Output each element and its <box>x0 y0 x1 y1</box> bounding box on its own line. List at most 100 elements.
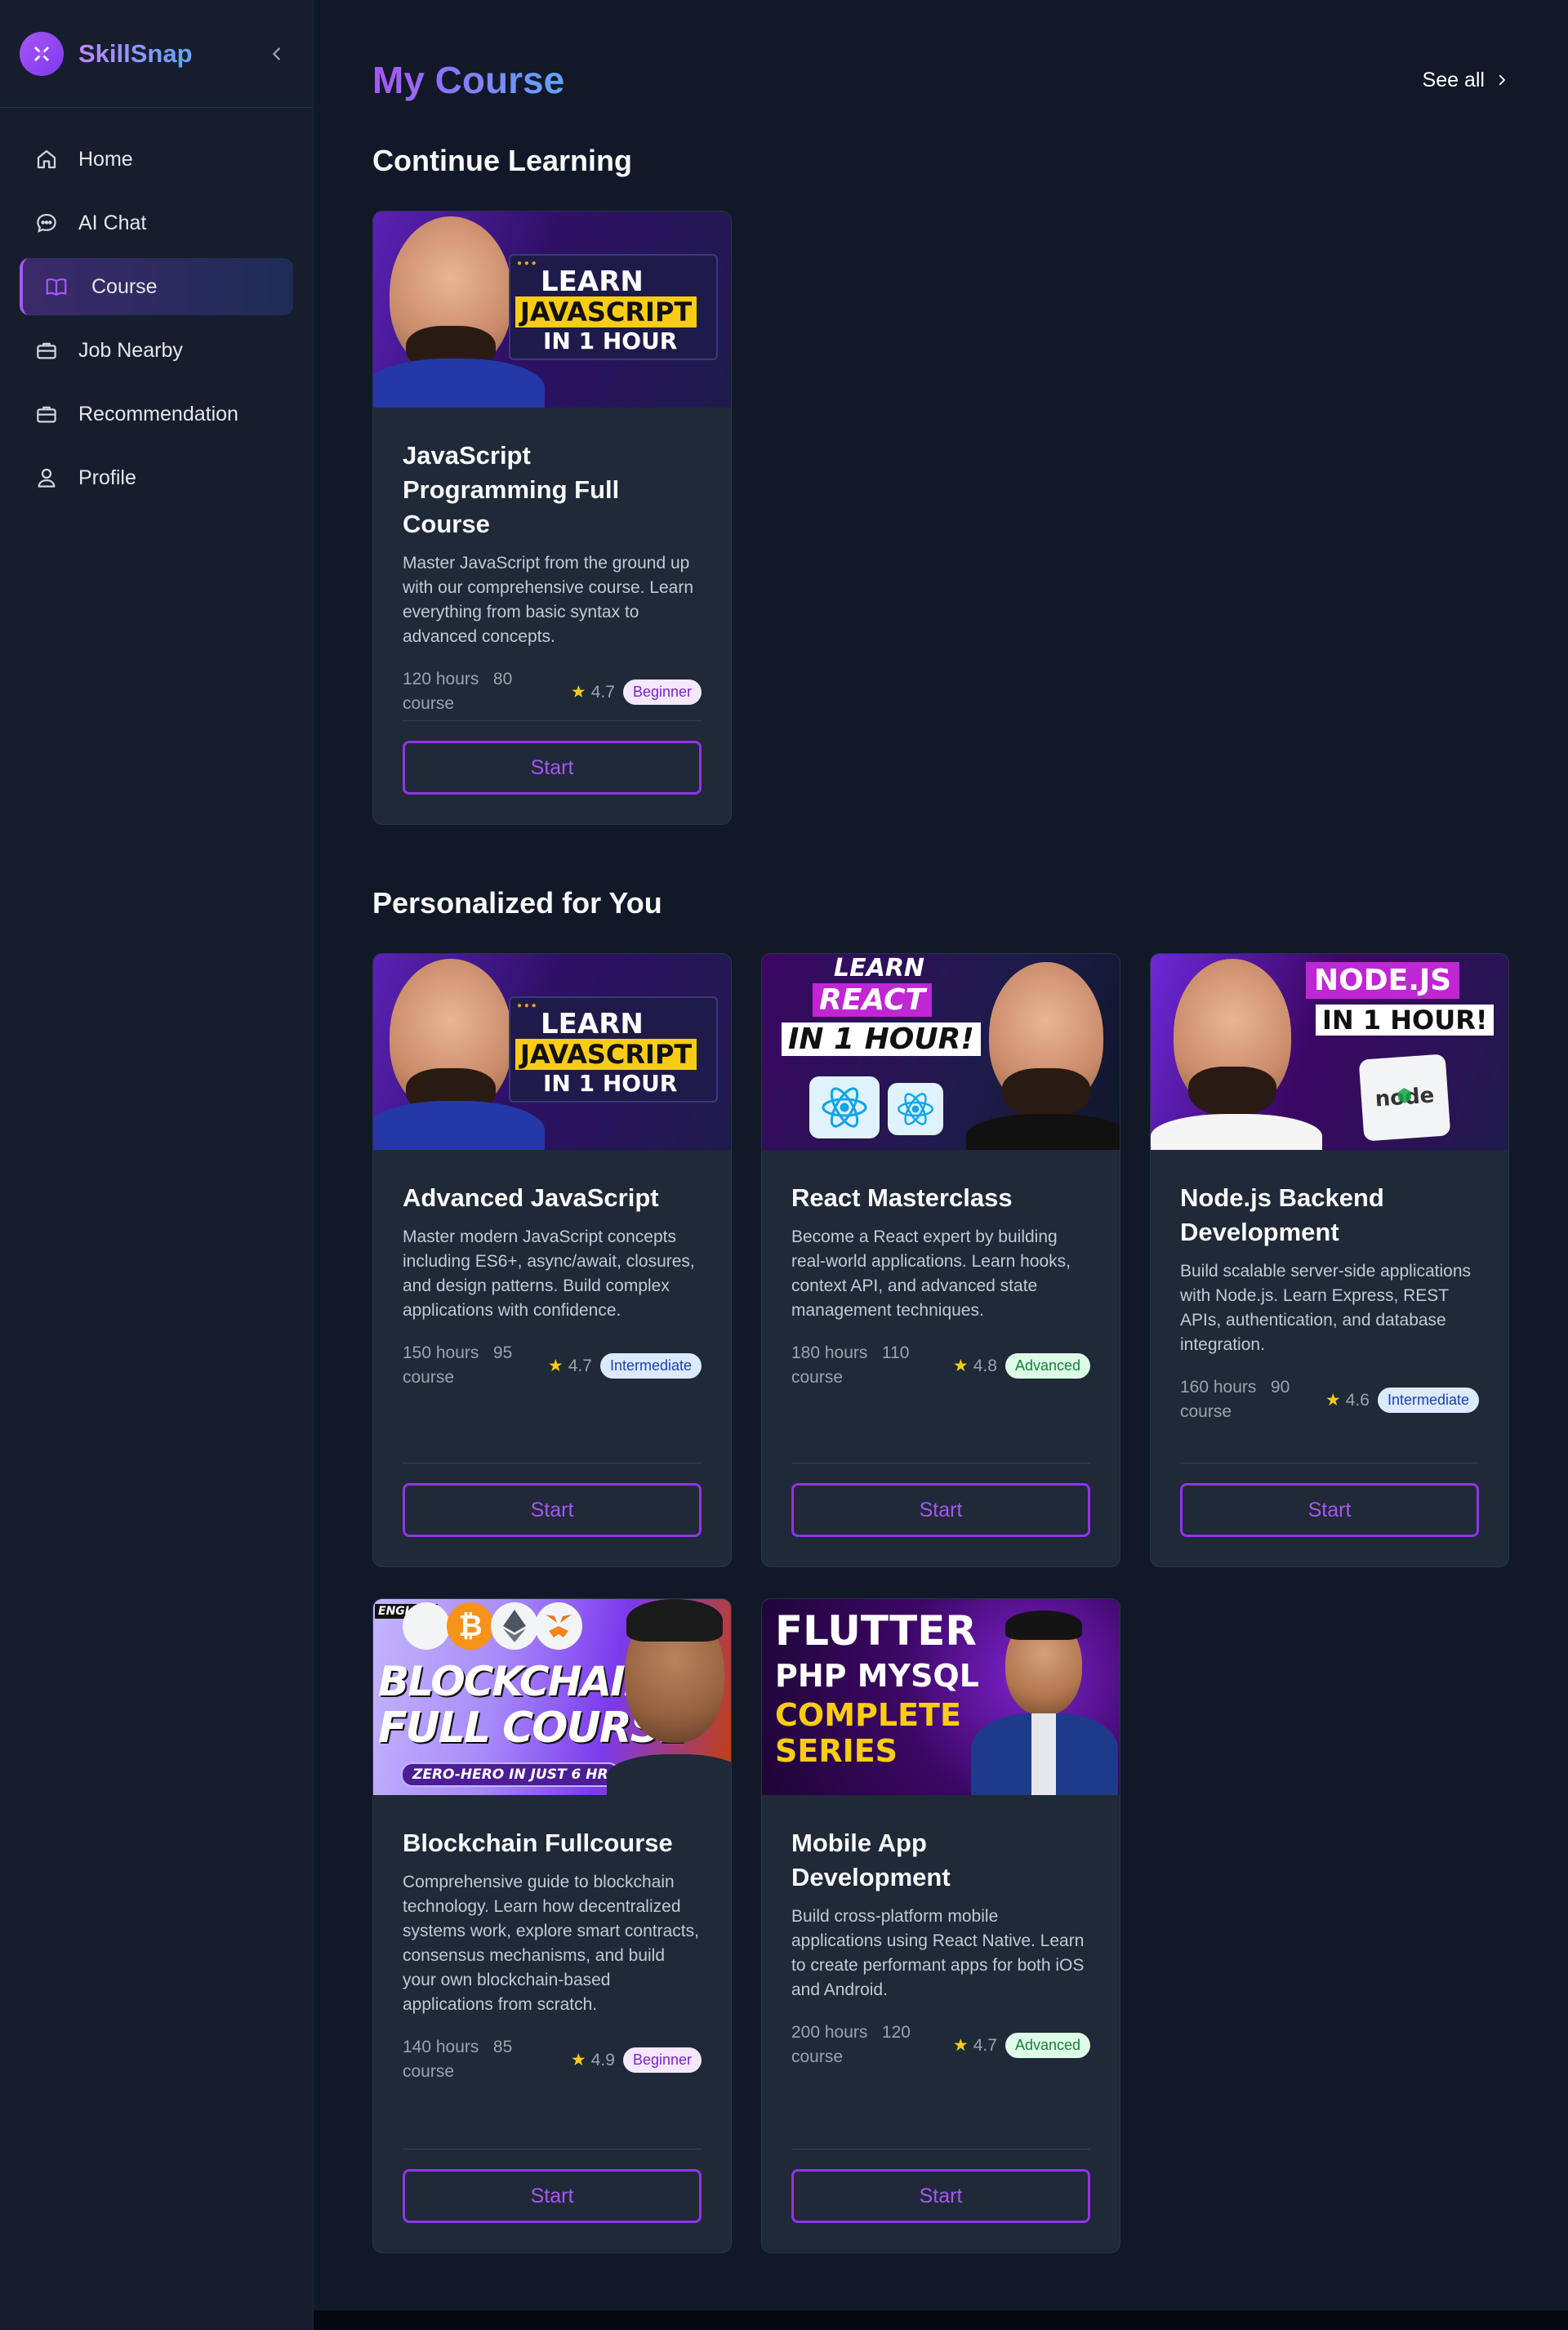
sweater-shape <box>373 359 545 408</box>
hair-shape <box>1005 1611 1082 1640</box>
card-body: Blockchain Fullcourse Comprehensive guid… <box>373 1795 731 2084</box>
course-title[interactable]: Blockchain Fullcourse <box>403 1826 702 1860</box>
thumb-line-2: JAVASCRIPT <box>515 1039 697 1070</box>
course-thumbnail-javascript: ● ● ● LEARN JAVASCRIPT IN 1 HOUR <box>373 954 731 1150</box>
sidebar-item-label: AI Chat <box>78 211 147 234</box>
rating: ★ 4.8 <box>953 1356 997 1376</box>
react-logo-icon <box>809 1076 880 1138</box>
sidebar: SkillSnap Home AI Chat Course Job Nearby… <box>0 0 314 2330</box>
ethereum-icon <box>491 1602 538 1650</box>
course-card[interactable]: LEARN REACT IN 1 HOUR! React Masterclass… <box>761 953 1120 1567</box>
rating-value: 4.8 <box>973 1356 997 1375</box>
section-title-personalized: Personalized for You <box>372 886 662 920</box>
course-title[interactable]: Advanced JavaScript <box>403 1181 702 1215</box>
rating-value: 4.7 <box>973 2035 997 2055</box>
thumb-line-1: LEARN <box>541 1008 644 1040</box>
sidebar-item-profile[interactable]: Profile <box>20 449 293 506</box>
sidebar-item-course[interactable]: Course <box>20 258 293 315</box>
sidebar-item-job-nearby[interactable]: Job Nearby <box>20 322 293 379</box>
see-all-link[interactable]: See all <box>1423 69 1509 92</box>
start-button[interactable]: Start <box>1180 1483 1479 1537</box>
rating-value: 4.6 <box>1345 1390 1370 1410</box>
collapse-sidebar-button[interactable] <box>261 38 293 70</box>
course-title[interactable]: React Masterclass <box>791 1181 1090 1215</box>
course-title[interactable]: JavaScript Programming Full Course <box>403 439 702 541</box>
course-thumbnail-nodejs: NODE.JS IN 1 HOUR! node <box>1151 954 1508 1150</box>
start-button[interactable]: Start <box>791 2169 1090 2223</box>
course-stats: 140 hours 85 course <box>403 2035 541 2084</box>
course-meta: 150 hours 95 course ★ 4.7 Intermediate <box>403 1341 702 1390</box>
thumb-line-3: IN 1 HOUR <box>543 1070 678 1097</box>
sidebar-item-label: Course <box>91 274 158 298</box>
course-title[interactable]: Node.js Backend Development <box>1180 1181 1479 1250</box>
course-meta: 180 hours 110 course ★ 4.8 Advanced <box>791 1341 1090 1390</box>
course-title[interactable]: Mobile App Development <box>791 1826 1090 1895</box>
chevron-left-icon <box>273 47 280 60</box>
chevron-right-icon <box>1499 74 1505 86</box>
course-stats: 150 hours 95 course <box>403 1341 541 1390</box>
rating: ★ 4.6 <box>1325 1390 1370 1410</box>
card-body: React Masterclass Become a React expert … <box>762 1150 1120 1390</box>
course-rating-level: ★ 4.8 Advanced <box>953 1352 1090 1379</box>
rating-value: 4.7 <box>568 1356 592 1375</box>
course-stats: 120 hours 80 course <box>403 667 541 716</box>
card-footer: Start <box>403 720 702 795</box>
level-badge: Intermediate <box>599 1352 702 1379</box>
hair-shape <box>626 1599 723 1642</box>
thumb-line-4: SERIES <box>775 1733 898 1769</box>
shirt-shape <box>966 1114 1120 1150</box>
bitcoin-icon: ₿ <box>447 1602 494 1650</box>
course-meta: 140 hours 85 course ★ 4.9 Beginner <box>403 2035 702 2084</box>
rating: ★ 4.7 <box>953 2035 997 2056</box>
brand-header: SkillSnap <box>0 0 313 108</box>
course-count: 90 <box>1270 1378 1290 1397</box>
course-rating-level: ★ 4.7 Advanced <box>953 2032 1090 2058</box>
react-logo-icon <box>888 1083 943 1135</box>
chat-icon <box>37 213 56 233</box>
sidebar-item-home[interactable]: Home <box>20 131 293 188</box>
course-card[interactable]: NODE.JS IN 1 HOUR! node Node.js Backend … <box>1150 953 1509 1567</box>
course-stats: 180 hours 110 course <box>791 1341 930 1390</box>
sidebar-item-label: Recommendation <box>78 402 238 425</box>
course-stats: 160 hours 90 course <box>1180 1375 1319 1424</box>
thumb-line-3: COMPLETE <box>775 1697 961 1733</box>
course-card[interactable]: ENGLISH ₿ BLOCKCHAIN FULL COURSE ZERO-HE… <box>372 1598 732 2253</box>
briefcase-icon <box>37 342 56 359</box>
level-badge: Beginner <box>622 679 702 705</box>
course-count-label: course <box>403 694 455 713</box>
start-button[interactable]: Start <box>791 1483 1090 1537</box>
book-icon <box>46 278 67 296</box>
thumb-line-3: IN 1 HOUR <box>543 327 678 354</box>
thumb-line-2: REACT <box>813 983 933 1017</box>
thumb-line-1: LEARN <box>834 954 925 982</box>
star-icon: ★ <box>952 2035 969 2055</box>
level-badge: Intermediate <box>1377 1387 1479 1413</box>
brand-logo-icon[interactable] <box>20 31 64 76</box>
course-card[interactable]: ● ● ● LEARN JAVASCRIPT IN 1 HOUR JavaScr… <box>372 211 732 825</box>
briefcase-icon <box>37 406 56 423</box>
course-card[interactable]: ● ● ● LEARN JAVASCRIPT IN 1 HOUR Advance… <box>372 953 732 1567</box>
card-footer: Start <box>403 2149 702 2223</box>
start-button[interactable]: Start <box>403 741 702 795</box>
shirt-shape <box>607 1754 731 1795</box>
star-icon: ★ <box>547 1356 564 1375</box>
sidebar-item-label: Profile <box>78 466 136 489</box>
card-body: Node.js Backend Development Build scalab… <box>1151 1150 1508 1424</box>
start-button[interactable]: Start <box>403 1483 702 1537</box>
beard-shape <box>1002 1068 1090 1119</box>
horizontal-scrollbar[interactable] <box>314 2310 1568 2330</box>
course-description: Master modern JavaScript concepts includ… <box>403 1227 695 1320</box>
course-thumbnail-react: LEARN REACT IN 1 HOUR! <box>762 954 1120 1150</box>
see-all-label: See all <box>1422 68 1485 91</box>
brand-name[interactable]: SkillSnap <box>78 39 193 69</box>
sweater-shape <box>373 1101 545 1150</box>
course-meta: 120 hours 80 course ★ 4.7 Beginner <box>403 667 702 716</box>
thumb-line-2: IN 1 HOUR! <box>1316 1005 1494 1036</box>
start-button[interactable]: Start <box>403 2169 702 2223</box>
node-logo-icon: node <box>1358 1054 1451 1142</box>
course-card[interactable]: FLUTTER PHP MYSQL COMPLETE SERIES Mobile… <box>761 1598 1120 2253</box>
sidebar-item-ai-chat[interactable]: AI Chat <box>20 194 293 252</box>
sidebar-item-recommendation[interactable]: Recommendation <box>20 385 293 443</box>
user-icon <box>38 468 56 488</box>
course-count: 80 <box>492 670 513 688</box>
